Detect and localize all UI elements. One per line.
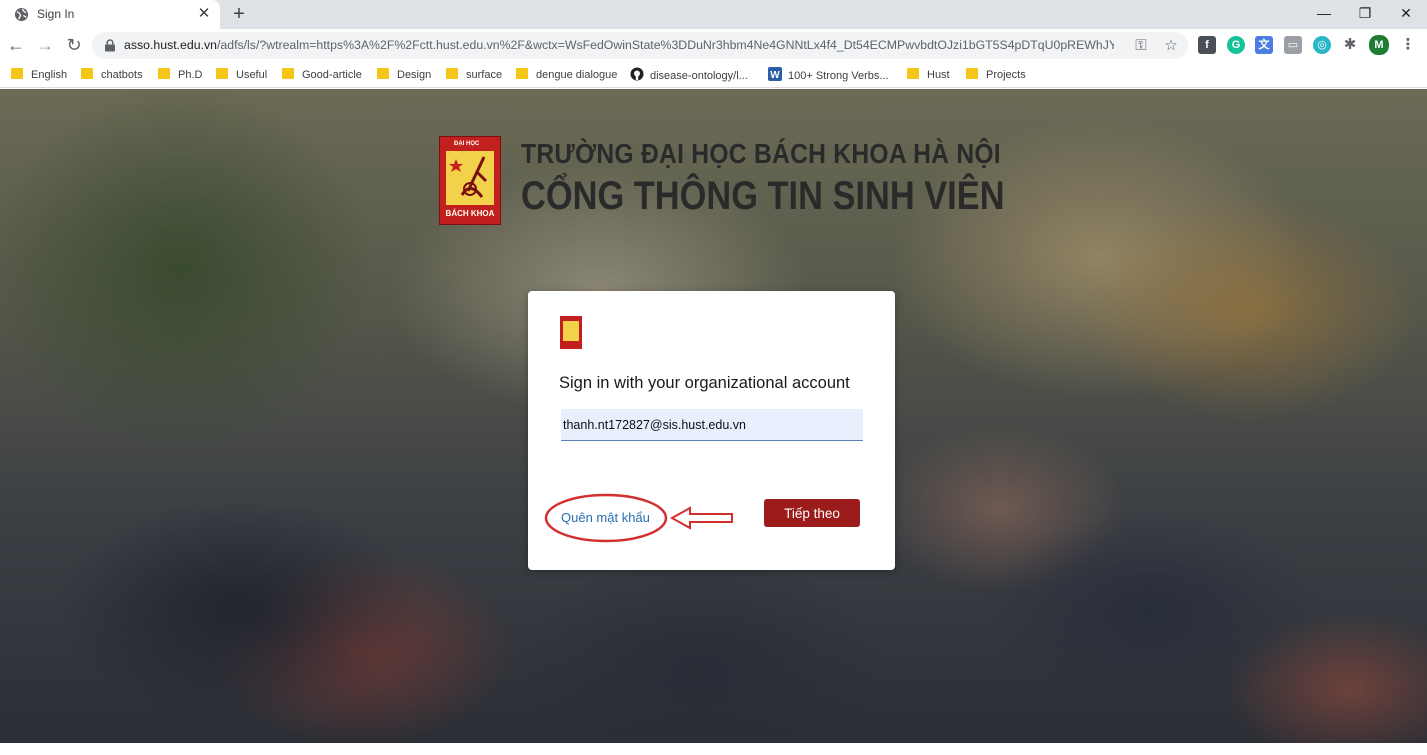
bookmark-item[interactable]: Hust — [907, 67, 950, 83]
folder-icon — [446, 68, 458, 79]
folder-icon — [966, 68, 978, 79]
w-site-icon: W — [768, 67, 782, 81]
reload-icon[interactable]: ↻ — [64, 35, 84, 55]
url-host: asso.hust.edu.vn — [124, 38, 217, 52]
tab-title: Sign In — [37, 7, 75, 21]
folder-icon — [516, 68, 528, 79]
browser-toolbar: ← → ↻ asso.hust.edu.vn/adfs/ls/?wtrealm=… — [0, 29, 1427, 62]
folder-icon — [377, 68, 389, 79]
key-icon[interactable]: ⚿ — [1132, 37, 1150, 55]
folder-icon — [282, 68, 294, 79]
logo-top-text: ĐẠI HỌC — [454, 141, 480, 147]
bookmark-item[interactable]: surface — [446, 67, 502, 83]
logo-bottom-text: BÁCH KHOA — [445, 209, 495, 218]
close-window-icon[interactable]: ✕ — [1391, 2, 1421, 24]
profile-avatar[interactable]: M — [1369, 35, 1389, 55]
globe-icon — [14, 7, 29, 22]
bookmark-item[interactable]: Good-article — [282, 67, 362, 83]
next-button[interactable]: Tiếp theo — [764, 499, 860, 527]
page-background: ĐẠI HỌC BÁCH KHOA TRƯỜNG ĐẠI HỌC BÁCH KH… — [0, 89, 1427, 743]
restore-icon[interactable]: ❐ — [1350, 2, 1380, 24]
minimize-icon[interactable]: — — [1309, 2, 1339, 24]
bookmark-item[interactable]: Ph.D — [158, 67, 202, 83]
portal-name: CỔNG THÔNG TIN SINH VIÊN — [521, 174, 1005, 218]
signin-card: Sign in with your organizational account… — [528, 291, 895, 570]
extension-icon[interactable]: ◎ — [1313, 36, 1331, 54]
card-logo — [560, 316, 582, 349]
address-bar[interactable]: asso.hust.edu.vn/adfs/ls/?wtrealm=https%… — [92, 32, 1188, 59]
puzzle-extensions-icon[interactable]: ✱ — [1341, 36, 1359, 54]
bookmark-item[interactable]: Useful — [216, 67, 267, 83]
folder-icon — [907, 68, 919, 79]
university-name: TRƯỜNG ĐẠI HỌC BÁCH KHOA HÀ NỘI — [521, 138, 1001, 169]
close-tab-icon[interactable]: ✕ — [196, 6, 212, 22]
url-path: /adfs/ls/?wtrealm=https%3A%2F%2Fctt.hust… — [216, 38, 1114, 52]
folder-icon — [158, 68, 170, 79]
menu-kebab-icon[interactable]: ⋮ — [1399, 36, 1417, 54]
grammarly-extension-icon[interactable]: G — [1227, 36, 1245, 54]
forgot-password-link[interactable]: Quên mật khẩu — [561, 510, 650, 525]
bookmark-item[interactable]: Projects — [966, 67, 1026, 83]
logo-emblem-icon — [449, 156, 488, 198]
bookmark-item[interactable]: English — [11, 67, 67, 83]
page-footer-strip — [0, 743, 1427, 755]
bookmark-item[interactable]: W 100+ Strong Verbs... — [768, 67, 889, 83]
cast-extension-icon[interactable]: ▭ — [1284, 36, 1302, 54]
folder-icon — [11, 68, 23, 79]
bookmark-item[interactable]: Design — [377, 67, 431, 83]
tab-strip: Sign In ✕ + — ❐ ✕ — [0, 0, 1427, 29]
bookmarks-bar: English chatbots Ph.D Useful Good-articl… — [0, 62, 1427, 88]
bookmark-item[interactable]: chatbots — [81, 67, 143, 83]
github-icon — [630, 67, 644, 81]
translate-extension-icon[interactable]: 文 — [1255, 36, 1273, 54]
bookmark-item[interactable]: dengue dialogue — [516, 67, 617, 83]
signin-title: Sign in with your organizational account — [559, 374, 850, 392]
tab-sign-in[interactable]: Sign In ✕ — [0, 0, 220, 29]
lock-icon — [105, 39, 115, 52]
bookmark-star-icon[interactable]: ☆ — [1162, 37, 1180, 55]
university-logo: ĐẠI HỌC BÁCH KHOA — [439, 136, 501, 225]
url-text: asso.hust.edu.vn/adfs/ls/?wtrealm=https%… — [124, 38, 1114, 52]
email-field[interactable] — [561, 409, 863, 441]
folder-icon — [216, 68, 228, 79]
facebook-extension-icon[interactable]: f — [1198, 36, 1216, 54]
bookmark-item[interactable]: disease-ontology/l... — [630, 67, 748, 83]
folder-icon — [81, 68, 93, 79]
new-tab-icon[interactable]: + — [229, 4, 249, 24]
svg-text:W: W — [770, 70, 780, 81]
forward-icon[interactable]: → — [35, 35, 55, 55]
back-icon[interactable]: ← — [6, 35, 26, 55]
